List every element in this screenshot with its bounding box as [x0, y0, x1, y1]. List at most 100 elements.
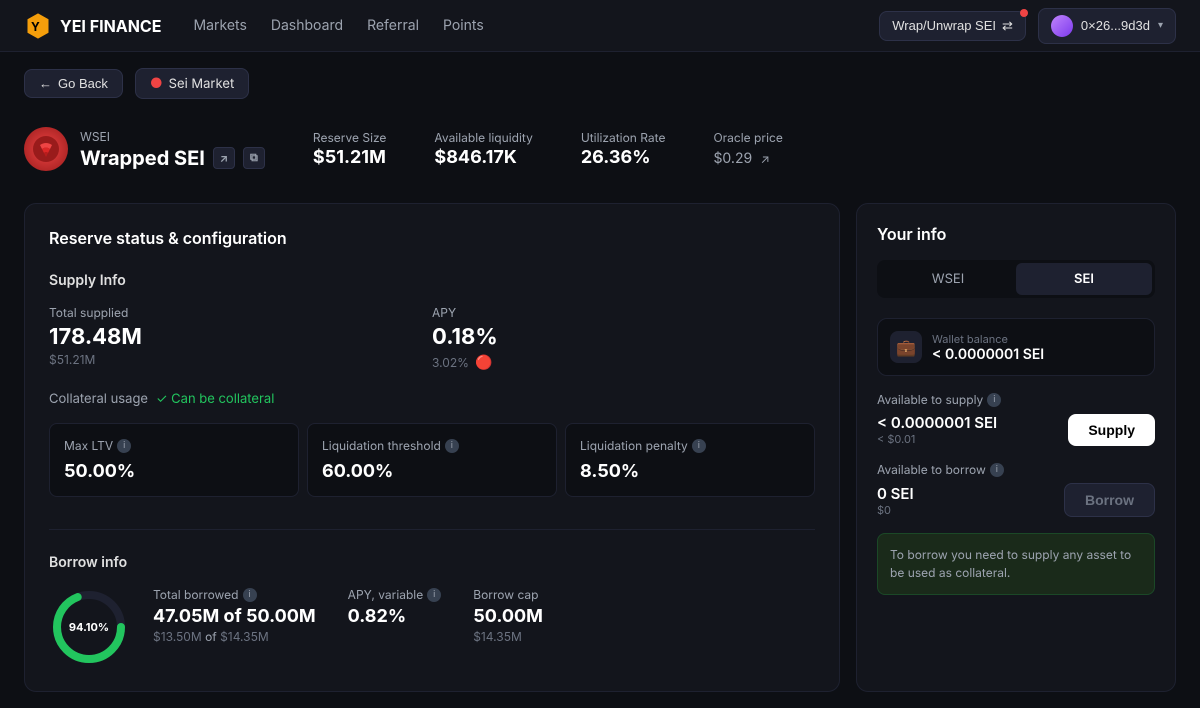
arrow-left-icon: ← — [39, 76, 52, 91]
apy-variable-stat: APY, variable i 0.82% — [348, 587, 442, 644]
wsei-logo-icon — [32, 135, 60, 163]
total-borrowed-value: 47.05M of 50.00M — [153, 606, 316, 627]
header: Y YEI FINANCE Markets Dashboard Referral… — [0, 0, 1200, 52]
main-grid: Reserve status & configuration Supply In… — [24, 203, 1176, 692]
utilization-rate-value: 26.36% — [581, 147, 666, 168]
available-to-supply-usd: < $0.01 — [877, 432, 997, 446]
available-liquidity-value: $846.17K — [434, 147, 532, 168]
right-panel-title: Your info — [877, 224, 1155, 244]
available-to-borrow-usd: $0 — [877, 503, 914, 517]
total-supplied-value: 178.48M — [49, 324, 432, 350]
tab-wsei[interactable]: WSEI — [880, 263, 1016, 295]
wallet-button[interactable]: 0×26...9d3d ▾ — [1038, 8, 1176, 44]
borrow-value-row: 0 SEI $0 Borrow — [877, 483, 1155, 517]
available-borrow-info-icon[interactable]: i — [990, 463, 1004, 477]
available-supply-info-icon[interactable]: i — [987, 393, 1001, 407]
utilization-rate-stat: Utilization Rate 26.36% — [581, 130, 666, 168]
liquidation-penalty-value: 8.50% — [580, 461, 800, 482]
borrow-chart: 94.10% — [49, 587, 129, 667]
copy-icon[interactable]: ⧉ — [243, 147, 265, 169]
main-content: ← Go Back ● Sei Market WSEI Wrapped SEI — [0, 52, 1200, 708]
total-borrowed-info-icon[interactable]: i — [243, 588, 257, 602]
wrap-label: Wrap/Unwrap SEI — [892, 18, 996, 33]
borrow-button[interactable]: Borrow — [1064, 483, 1155, 517]
breadcrumb-row: ← Go Back ● Sei Market — [24, 68, 1176, 99]
borrow-cap-stat: Borrow cap 50.00M $14.35M — [473, 587, 543, 644]
available-to-supply-value: < 0.0000001 SEI — [877, 413, 997, 432]
liquidation-threshold-info-icon[interactable]: i — [445, 439, 459, 453]
max-ltv-value: 50.00% — [64, 461, 284, 482]
apy-stat: APY 0.18% 3.02% 🔴 — [432, 305, 815, 371]
total-supplied-usd: $51.21M — [49, 352, 432, 367]
collateral-label: Collateral usage — [49, 391, 148, 407]
external-link-icon[interactable]: ↗ — [213, 147, 235, 169]
borrow-warning-box: To borrow you need to supply any asset t… — [877, 533, 1155, 595]
nav-dashboard[interactable]: Dashboard — [271, 13, 343, 38]
asset-logo — [24, 127, 68, 171]
reserve-size-stat: Reserve Size $51.21M — [313, 130, 387, 168]
liquidation-penalty-info-icon[interactable]: i — [692, 439, 706, 453]
apy-variable-label: APY, variable i — [348, 587, 442, 602]
reserve-size-label: Reserve Size — [313, 130, 387, 145]
liquidation-threshold-value: 60.00% — [322, 461, 542, 482]
sei-badge-icon: ● — [150, 75, 163, 92]
borrow-stats: Total borrowed i 47.05M of 50.00M $13.50… — [153, 587, 543, 644]
avatar — [1051, 15, 1073, 37]
reserve-size-value: $51.21M — [313, 147, 387, 168]
oracle-price-stat: Oracle price $0.29 ↗ — [713, 130, 782, 168]
borrow-cap-value: 50.00M — [473, 606, 543, 627]
svg-text:Y: Y — [31, 19, 40, 34]
wallet-icon: 💼 — [890, 331, 922, 363]
apy-label: APY — [432, 305, 815, 320]
apy-variable-info-icon[interactable]: i — [427, 588, 441, 602]
available-to-borrow-row: Available to borrow i 0 SEI $0 Borrow — [877, 462, 1155, 517]
swap-icon: ⇄ — [1002, 18, 1013, 34]
tab-sei[interactable]: SEI — [1016, 263, 1152, 295]
back-label: Go Back — [58, 76, 108, 91]
wallet-balance-value: < 0.0000001 SEI — [932, 346, 1044, 363]
available-to-supply-row: Available to supply i < 0.0000001 SEI < … — [877, 392, 1155, 446]
wallet-balance-label: Wallet balance — [932, 332, 1044, 346]
market-badge: ● Sei Market — [135, 68, 249, 99]
oracle-external-icon[interactable]: ↗ — [760, 151, 769, 166]
back-button[interactable]: ← Go Back — [24, 69, 123, 98]
apy-sub-row: 3.02% 🔴 — [432, 354, 815, 371]
market-label: Sei Market — [169, 76, 235, 92]
wallet-balance-row: 💼 Wallet balance < 0.0000001 SEI — [877, 318, 1155, 376]
right-panel: Your info WSEI SEI 💼 Wallet balance < 0.… — [856, 203, 1176, 692]
available-to-borrow-label: Available to borrow i — [877, 462, 1004, 477]
asset-ticker: WSEI — [80, 129, 265, 144]
panel-title: Reserve status & configuration — [49, 228, 815, 248]
max-ltv-card: Max LTV i 50.00% — [49, 423, 299, 497]
available-liquidity-stat: Available liquidity $846.17K — [434, 130, 532, 168]
wallet-address: 0×26...9d3d — [1081, 18, 1150, 33]
apy-variable-value: 0.82% — [348, 606, 442, 627]
max-ltv-info-icon[interactable]: i — [117, 439, 131, 453]
max-ltv-label: Max LTV i — [64, 438, 284, 453]
total-borrowed-usd: $13.50M of $14.35M — [153, 629, 316, 644]
nav-markets[interactable]: Markets — [193, 13, 246, 38]
borrow-row-header: Available to borrow i — [877, 462, 1155, 477]
available-to-borrow-value: 0 SEI — [877, 484, 914, 503]
total-borrowed-label: Total borrowed i — [153, 587, 316, 602]
wrap-unwrap-button[interactable]: Wrap/Unwrap SEI ⇄ — [879, 11, 1026, 41]
notification-dot — [1020, 9, 1028, 17]
borrow-chart-label: 94.10% — [69, 620, 109, 634]
reward-icon: 🔴 — [475, 354, 492, 371]
supply-button[interactable]: Supply — [1068, 414, 1155, 446]
supply-value-block: < 0.0000001 SEI < $0.01 — [877, 413, 997, 446]
liquidation-penalty-card: Liquidation penalty i 8.50% — [565, 423, 815, 497]
logo-text: YEI FINANCE — [60, 16, 161, 36]
available-liquidity-label: Available liquidity — [434, 130, 532, 145]
collateral-badge: ✓ Can be collateral — [156, 391, 274, 407]
utilization-rate-label: Utilization Rate — [581, 130, 666, 145]
apy-sub-value: 3.02% — [432, 355, 469, 370]
supply-value-row: < 0.0000001 SEI < $0.01 Supply — [877, 413, 1155, 446]
asset-bar: WSEI Wrapped SEI ↗ ⧉ Reserve Size $51.21… — [24, 115, 1176, 183]
borrow-cap-usd: $14.35M — [473, 629, 543, 644]
liquidation-threshold-label: Liquidation threshold i — [322, 438, 542, 453]
collateral-row: Collateral usage ✓ Can be collateral — [49, 391, 815, 407]
nav-referral[interactable]: Referral — [367, 13, 419, 38]
nav-points[interactable]: Points — [443, 13, 484, 38]
supply-info-label: Supply Info — [49, 272, 815, 289]
